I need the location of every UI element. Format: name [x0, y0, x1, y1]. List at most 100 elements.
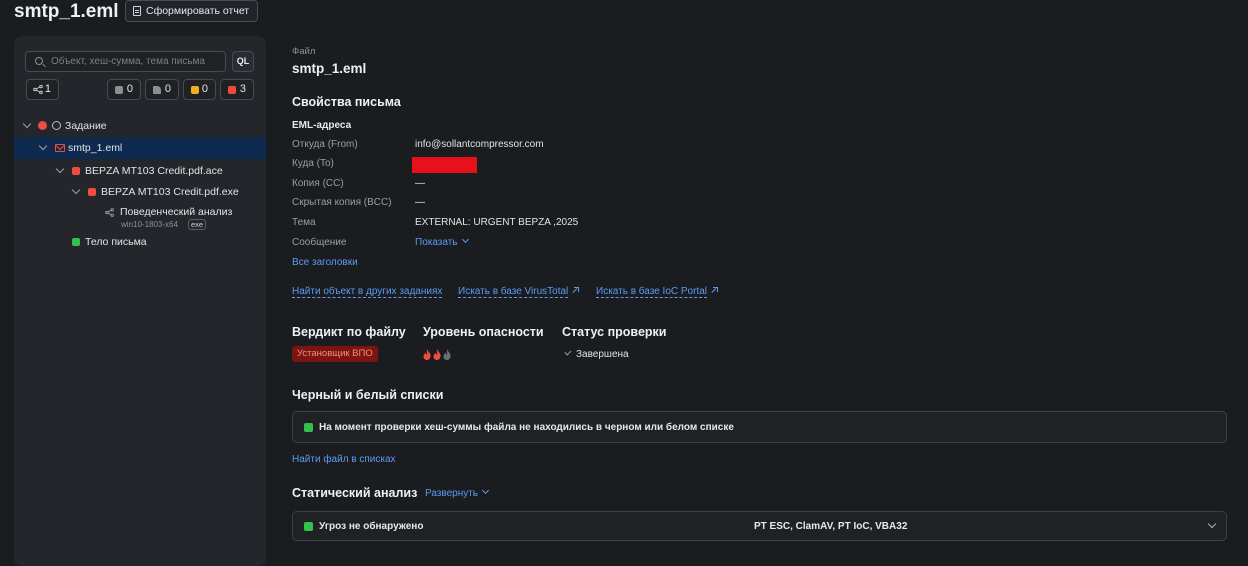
props-title: Свойства письма	[292, 95, 401, 109]
to-label: Куда (To)	[292, 158, 334, 169]
chevron-down-icon	[481, 486, 490, 495]
cc-value: —	[415, 178, 425, 189]
flame-icon	[423, 349, 431, 360]
search-icon	[35, 57, 43, 65]
red-square-icon	[72, 167, 80, 175]
yellow-filter-chip[interactable]: 0	[183, 79, 216, 100]
find-other-tasks-label: Найти объект в других заданиях	[292, 286, 443, 298]
gray-filter-chip[interactable]: 0	[107, 79, 141, 100]
share-icon	[33, 85, 43, 94]
chevron-down-icon[interactable]	[55, 164, 65, 174]
find-in-lists-link[interactable]: Найти файл в списках	[292, 454, 396, 465]
exe-badge: exe	[188, 219, 207, 230]
chevron-down-icon[interactable]	[71, 185, 81, 195]
flame-icon	[433, 349, 441, 360]
file-count: 0	[164, 83, 171, 95]
redacted-to-value	[412, 157, 477, 173]
lists-title: Черный и белый списки	[292, 388, 444, 402]
search-input[interactable]	[51, 54, 221, 69]
links-filter-chip[interactable]: 1	[26, 79, 59, 100]
file-icon	[153, 86, 161, 94]
yellow-count: 0	[201, 83, 208, 95]
gray-count: 0	[126, 83, 133, 95]
show-message-toggle[interactable]: Показать	[415, 235, 469, 248]
ql-button[interactable]: QL	[232, 51, 254, 72]
file-filter-chip[interactable]: 0	[145, 79, 179, 100]
status-title: Статус проверки	[562, 325, 667, 339]
generate-report-label: Сформировать отчет	[146, 5, 250, 17]
virustotal-label: Искать в базе VirusTotal	[458, 286, 569, 298]
chevron-down-icon[interactable]	[22, 119, 32, 129]
green-square-icon	[304, 522, 313, 531]
cc-label: Копия (CC)	[292, 178, 344, 189]
tree-item-label: BEPZA MT103 Credit.pdf.exe	[101, 186, 239, 198]
message-label: Сообщение	[292, 237, 347, 248]
red-status-icon	[38, 121, 47, 130]
red-filter-chip[interactable]: 3	[220, 79, 254, 100]
ioc-portal-label: Искать в базе IoC Portal	[596, 286, 708, 298]
status-value: Завершена	[576, 349, 629, 360]
vm-label: win10-1803-x64	[121, 220, 178, 229]
lists-panel: На момент проверки хеш-суммы файла не на…	[292, 411, 1227, 443]
subject-value: EXTERNAL: URGENT BEPZA ,2025	[415, 217, 579, 228]
green-square-icon	[72, 238, 80, 246]
tree-item-label: BEPZA MT103 Credit.pdf.ace	[85, 165, 223, 177]
all-headers-link[interactable]: Все заголовки	[292, 257, 358, 268]
red-count: 3	[239, 83, 246, 95]
tree-item-label: Задание	[65, 120, 107, 132]
tree-item-task[interactable]: Задание	[14, 115, 266, 137]
gray-square-icon	[115, 86, 123, 94]
flame-icon	[443, 349, 451, 360]
tree-item-ace[interactable]: BEPZA MT103 Credit.pdf.ace	[14, 160, 266, 182]
tree-item-body[interactable]: Тело письма	[14, 232, 266, 254]
virustotal-link[interactable]: Искать в базе VirusTotal	[458, 286, 580, 298]
external-link-icon	[711, 287, 719, 294]
links-count: 1	[44, 83, 51, 95]
circle-status-icon	[52, 121, 61, 130]
mail-icon	[55, 144, 65, 152]
expand-static-toggle[interactable]: Развернуть	[425, 486, 490, 499]
ioc-portal-link[interactable]: Искать в базе IoC Portal	[596, 286, 719, 298]
top-bar: smtp_1.eml Сформировать отчет	[0, 0, 1248, 26]
static-result-row[interactable]: Угроз не обнаружено PT ESC, ClamAV, PT I…	[292, 511, 1227, 541]
generate-report-button[interactable]: Сформировать отчет	[125, 0, 259, 22]
danger-title: Уровень опасности	[423, 325, 544, 339]
document-icon	[133, 6, 141, 16]
chevron-down-icon[interactable]	[38, 141, 48, 151]
bcc-value: —	[415, 197, 425, 208]
from-label: Откуда (From)	[292, 139, 358, 150]
page-title: smtp_1.eml	[14, 1, 119, 22]
check-icon	[564, 348, 572, 356]
expand-label: Развернуть	[425, 488, 479, 499]
green-square-icon	[304, 423, 313, 432]
chevron-down-icon	[461, 235, 469, 244]
tree-item-behavior[interactable]: Поведенческий анализ win10-1803-x64 exe	[14, 204, 266, 232]
from-value: info@sollantcompressor.com	[415, 139, 544, 150]
verdict-title: Вердикт по файлу	[292, 325, 406, 339]
bcc-label: Скрытая копия (BCC)	[292, 197, 392, 208]
tree-item-label: Тело письма	[85, 236, 147, 248]
yellow-square-icon	[191, 86, 199, 94]
subject-label: Тема	[292, 217, 316, 228]
file-name: smtp_1.eml	[292, 61, 367, 76]
tree-item-label: smtp_1.eml	[68, 142, 123, 154]
find-other-tasks-link[interactable]: Найти объект в других заданиях	[292, 286, 443, 298]
file-caption: Файл	[292, 46, 316, 57]
search-box[interactable]	[25, 51, 226, 72]
sidebar: QL 1 0 0 0 3 Задание smtp_1.eml	[14, 36, 266, 566]
red-square-icon	[228, 86, 236, 94]
eml-title: EML-адреса	[292, 120, 352, 131]
tree-item-exe[interactable]: BEPZA MT103 Credit.pdf.exe	[14, 181, 266, 203]
static-engines: PT ESC, ClamAV, PT IoC, VBA32	[754, 521, 908, 532]
show-message-label: Показать	[415, 237, 458, 248]
tree-item-smtp[interactable]: smtp_1.eml	[14, 137, 266, 159]
static-title: Статический анализ	[292, 486, 418, 500]
tree-item-label: Поведенческий анализ	[120, 206, 233, 218]
verdict-badge: Установщик ВПО	[292, 346, 378, 362]
external-link-icon	[572, 287, 580, 294]
share-icon	[105, 208, 114, 217]
red-square-icon	[88, 188, 96, 196]
static-result: Угроз не обнаружено	[319, 521, 424, 532]
lists-message: На момент проверки хеш-суммы файла не на…	[319, 422, 734, 433]
chevron-down-icon[interactable]	[1207, 519, 1217, 529]
